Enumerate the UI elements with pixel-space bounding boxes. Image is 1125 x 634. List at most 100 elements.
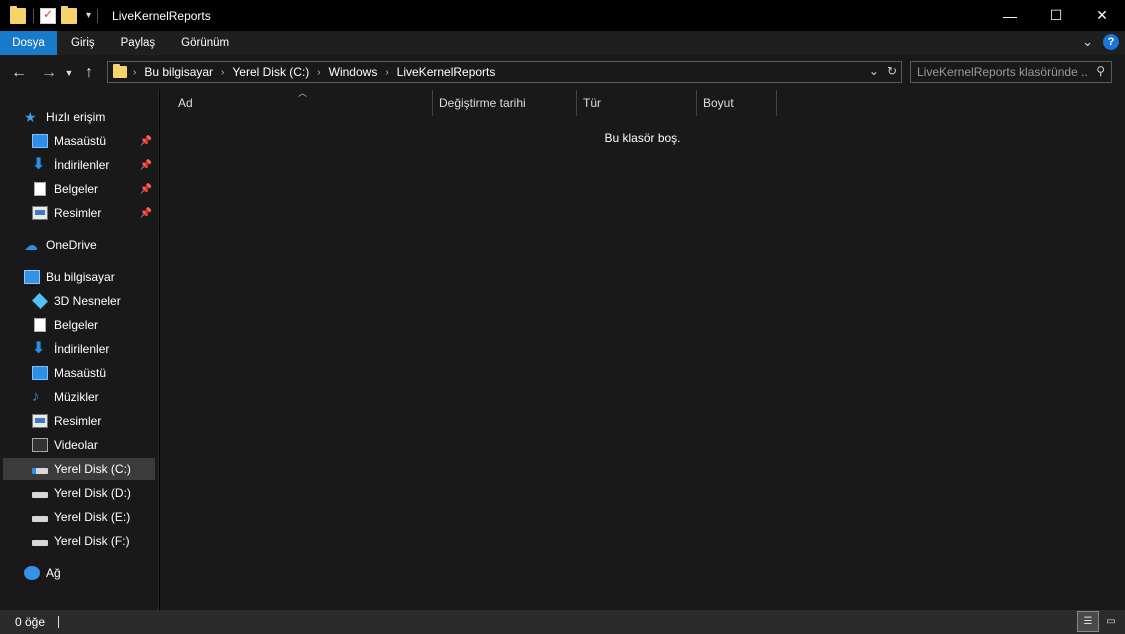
sidebar-item-network[interactable]: Ağ xyxy=(24,562,178,584)
sidebar-item-label: Videolar xyxy=(54,438,98,452)
star-icon: ★ xyxy=(24,109,37,125)
sidebar-item-local-disk-d[interactable]: Yerel Disk (D:) xyxy=(32,482,156,504)
sidebar-item-label: Yerel Disk (F:) xyxy=(54,534,130,548)
sidebar-item-label: Bu bilgisayar xyxy=(46,270,115,284)
back-button[interactable]: ← xyxy=(7,64,31,82)
new-folder-icon[interactable] xyxy=(61,5,77,24)
pin-icon[interactable]: 📌 xyxy=(140,208,152,219)
tab-share[interactable]: Paylaş xyxy=(108,31,169,55)
sidebar-item-label: Yerel Disk (D:) xyxy=(54,486,131,500)
sidebar-item-local-disk-e[interactable]: Yerel Disk (E:) xyxy=(32,506,156,528)
sidebar-item-label: 3D Nesneler xyxy=(54,294,121,308)
customize-toolbar-chevron-icon[interactable]: ▾ xyxy=(86,10,91,21)
sidebar-item-label: OneDrive xyxy=(46,238,97,252)
3d-objects-icon xyxy=(32,293,48,309)
sidebar-item-pictures[interactable]: Resimler xyxy=(32,410,156,432)
tab-view[interactable]: Görünüm xyxy=(168,31,242,55)
column-header-date-modified[interactable]: Değiştirme tarihi xyxy=(433,90,577,116)
breadcrumb-chevron-icon[interactable]: › xyxy=(133,67,136,78)
pin-icon[interactable]: 📌 xyxy=(140,160,152,171)
item-count: 0 öğe xyxy=(15,615,46,629)
sidebar-item-pictures[interactable]: Resimler 📌 xyxy=(32,202,156,224)
sidebar-item-documents[interactable]: Belgeler 📌 xyxy=(32,178,156,200)
sidebar-item-documents[interactable]: Belgeler xyxy=(32,314,156,336)
sidebar-item-3d-objects[interactable]: 3D Nesneler xyxy=(32,290,156,312)
details-view-button[interactable]: ☰ xyxy=(1077,611,1099,632)
column-headers: ︿ Ad Değiştirme tarihi Tür Boyut xyxy=(160,88,777,116)
breadcrumb-this-pc[interactable]: Bu bilgisayar xyxy=(144,65,213,79)
sidebar-item-label: Belgeler xyxy=(54,182,99,196)
sidebar-item-this-pc[interactable]: Bu bilgisayar xyxy=(24,266,178,288)
document-icon xyxy=(34,318,46,332)
minimize-button[interactable]: — xyxy=(987,0,1033,31)
computer-icon xyxy=(24,270,40,284)
pin-icon[interactable]: 📌 xyxy=(140,184,152,195)
sidebar-item-label: Müzikler xyxy=(54,390,99,404)
video-icon xyxy=(32,438,48,452)
toolbar-separator xyxy=(33,8,34,23)
column-header-size[interactable]: Boyut xyxy=(697,90,777,116)
search-icon[interactable]: ⚲ xyxy=(1096,64,1105,78)
cloud-icon: ☁ xyxy=(24,237,38,253)
window-title: LiveKernelReports xyxy=(112,8,211,23)
column-header-type[interactable]: Tür xyxy=(577,90,697,116)
properties-icon[interactable] xyxy=(40,7,56,24)
download-icon: ⬇ xyxy=(32,340,46,357)
close-button[interactable]: ✕ xyxy=(1079,0,1125,31)
up-button[interactable]: ↑ xyxy=(77,64,101,82)
sidebar-item-videos[interactable]: Videolar xyxy=(32,434,156,456)
navigation-bar: ← → ▼ ↑ › Bu bilgisayar › Yerel Disk (C:… xyxy=(0,55,1125,90)
recent-locations-chevron-icon[interactable]: ▼ xyxy=(61,68,77,78)
system-drive-icon xyxy=(32,468,48,474)
sidebar-item-quick-access[interactable]: ★ Hızlı erişim xyxy=(24,106,178,128)
address-history-chevron-icon[interactable]: ⌄ xyxy=(869,64,879,78)
sidebar-item-downloads[interactable]: ⬇ İndirilenler 📌 xyxy=(32,154,156,176)
folder-icon xyxy=(10,5,26,24)
search-input[interactable] xyxy=(917,65,1087,79)
file-list[interactable]: ︿ Ad Değiştirme tarihi Tür Boyut Bu klas… xyxy=(160,88,1125,610)
expand-ribbon-chevron-icon[interactable]: ⌄ xyxy=(1082,34,1093,50)
breadcrumb-livekernelreports[interactable]: LiveKernelReports xyxy=(397,65,496,79)
sidebar-item-local-disk-c[interactable]: Yerel Disk (C:) xyxy=(3,458,155,480)
navigation-pane: ★ Hızlı erişim Masaüstü 📌 ⬇ İndirilenler… xyxy=(0,90,159,610)
sidebar-item-desktop[interactable]: Masaüstü xyxy=(32,362,156,384)
sidebar-item-label: Hızlı erişim xyxy=(46,110,106,124)
tab-file[interactable]: Dosya xyxy=(0,31,57,55)
quick-access-toolbar: ▾ xyxy=(10,5,104,24)
title-bar: ▾ LiveKernelReports — ☐ ✕ xyxy=(0,0,1125,31)
breadcrumb-local-disk-c[interactable]: Yerel Disk (C:) xyxy=(232,65,309,79)
sidebar-item-local-disk-f[interactable]: Yerel Disk (F:) xyxy=(32,530,156,552)
download-icon: ⬇ xyxy=(32,156,46,173)
breadcrumb: › Bu bilgisayar › Yerel Disk (C:) › Wind… xyxy=(133,65,495,79)
empty-folder-message: Bu klasör boş. xyxy=(604,131,681,145)
sidebar-item-onedrive[interactable]: ☁ OneDrive xyxy=(24,234,178,256)
maximize-button[interactable]: ☐ xyxy=(1033,0,1079,31)
drive-icon xyxy=(32,540,48,546)
sidebar-item-label: Yerel Disk (E:) xyxy=(54,510,131,524)
pin-icon[interactable]: 📌 xyxy=(140,136,152,147)
sidebar-item-desktop[interactable]: Masaüstü 📌 xyxy=(32,130,156,152)
search-box[interactable]: ⚲ xyxy=(910,61,1112,83)
forward-button[interactable]: → xyxy=(37,64,61,82)
help-icon[interactable]: ? xyxy=(1103,34,1119,50)
breadcrumb-windows[interactable]: Windows xyxy=(329,65,378,79)
ribbon-tabs: Dosya Giriş Paylaş Görünüm ⌄ ? xyxy=(0,31,1125,55)
drive-icon xyxy=(32,516,48,522)
column-header-name[interactable]: Ad xyxy=(160,90,433,116)
breadcrumb-chevron-icon[interactable]: › xyxy=(317,67,320,78)
breadcrumb-chevron-icon[interactable]: › xyxy=(385,67,388,78)
sidebar-item-label: Masaüstü xyxy=(54,366,107,380)
sidebar-item-downloads[interactable]: ⬇ İndirilenler xyxy=(32,338,156,360)
folder-icon xyxy=(113,64,127,78)
pictures-icon xyxy=(32,206,48,220)
document-icon xyxy=(34,182,46,196)
refresh-icon[interactable]: ↻ xyxy=(887,64,897,78)
tab-home[interactable]: Giriş xyxy=(58,31,108,55)
large-icons-view-button[interactable]: ▭ xyxy=(1100,611,1122,632)
address-bar[interactable]: › Bu bilgisayar › Yerel Disk (C:) › Wind… xyxy=(107,61,902,83)
sidebar-item-music[interactable]: ♪ Müzikler xyxy=(32,386,156,408)
music-note-icon: ♪ xyxy=(32,388,40,405)
pictures-icon xyxy=(32,414,48,428)
window-controls: — ☐ ✕ xyxy=(987,0,1125,31)
breadcrumb-chevron-icon[interactable]: › xyxy=(221,67,224,78)
